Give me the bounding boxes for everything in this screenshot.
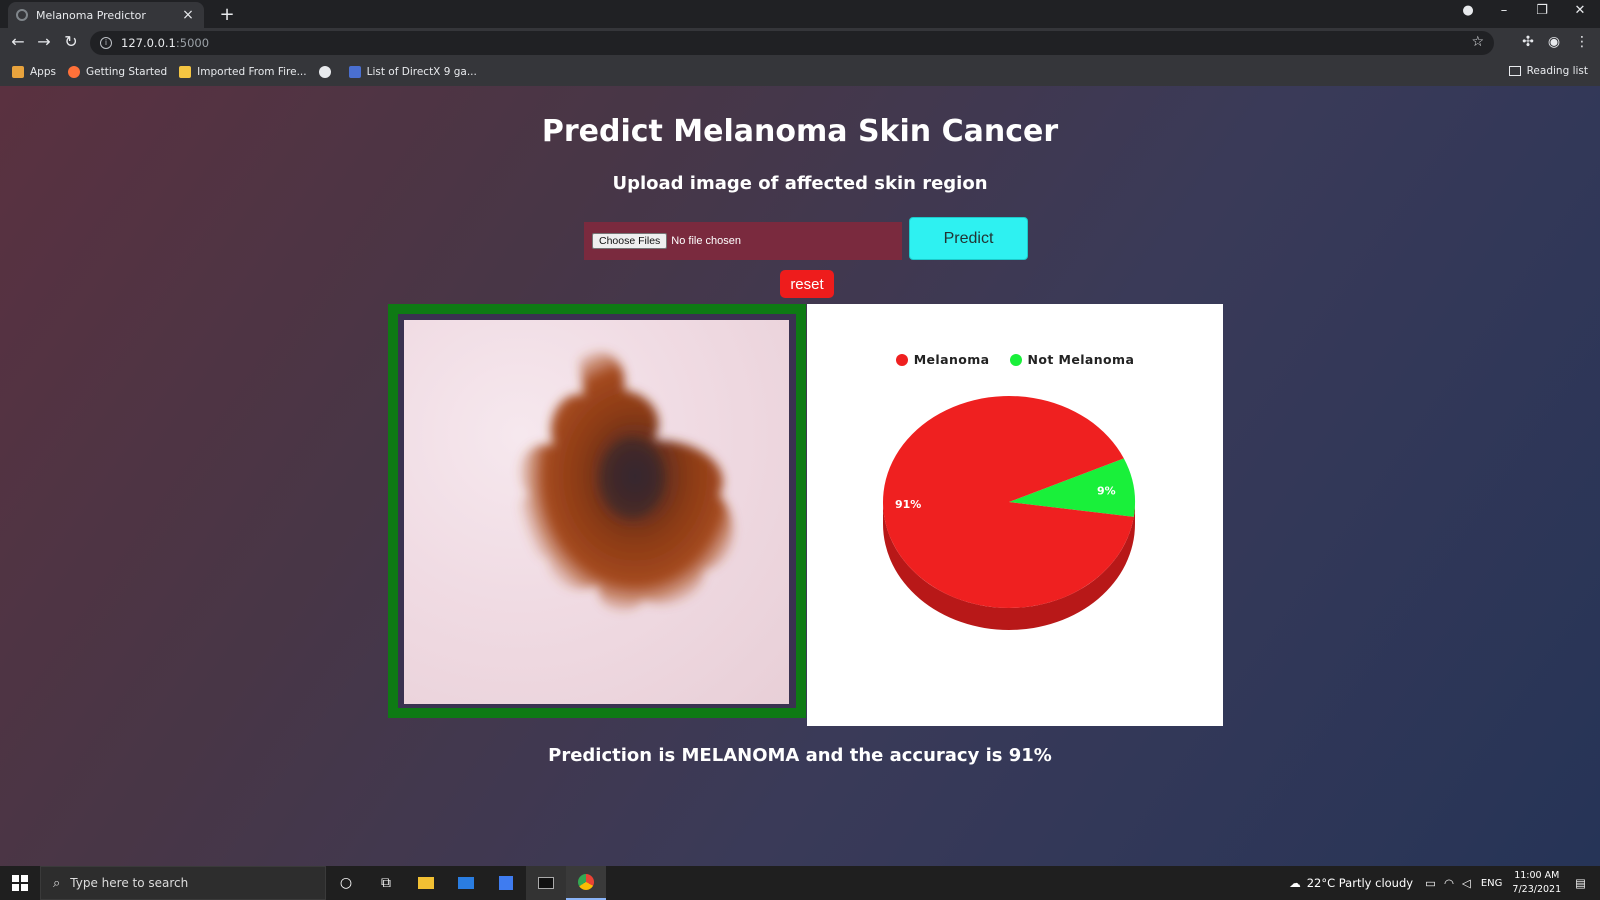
bookmark-label: Imported From Fire... <box>197 66 307 78</box>
reading-list-icon <box>1508 66 1521 76</box>
clock-time: 11:00 AM <box>1514 870 1560 881</box>
file-explorer-icon[interactable] <box>406 866 446 900</box>
tab-favicon-icon <box>16 9 28 21</box>
bookmark-star-icon[interactable]: ☆ <box>1471 34 1484 50</box>
minimize-icon[interactable]: – <box>1492 3 1516 18</box>
profile-menu-icon[interactable]: ● <box>1456 3 1480 18</box>
system-tray: ☁ 22°C Partly cloudy ▭ ◠ ◁ ENG 11:00 AM … <box>1289 866 1600 900</box>
forward-icon[interactable]: → <box>33 32 55 51</box>
cortana-icon[interactable]: ○ <box>326 866 366 900</box>
search-icon: ⌕ <box>53 875 61 891</box>
new-tab-button[interactable]: + <box>216 4 238 25</box>
bookmark-directx-list[interactable]: List of DirectX 9 ga... <box>348 66 477 78</box>
reset-button[interactable]: reset <box>780 270 834 298</box>
apps-grid-icon <box>12 66 24 78</box>
browser-toolbar: ← → ↻ i 127.0.0.1:5000 ☆ ✣ ◉ ⋮ <box>0 28 1600 58</box>
bookmark-label: Apps <box>30 66 56 78</box>
weather-icon[interactable]: ☁ <box>1289 876 1301 890</box>
firefox-icon <box>67 66 80 78</box>
file-upload-input[interactable]: Choose Files No file chosen <box>584 222 902 260</box>
word-app-icon[interactable] <box>486 866 526 900</box>
browser-chrome: Melanoma Predictor × + ● – ❐ ✕ ← → ↻ i 1… <box>0 0 1600 86</box>
restore-icon[interactable]: ❐ <box>1530 3 1554 18</box>
bookmark-label: List of DirectX 9 ga... <box>366 66 477 78</box>
reading-list-button[interactable]: Reading list <box>1508 65 1588 77</box>
folder-icon <box>179 66 192 78</box>
pie-label-not-melanoma: 9% <box>1097 484 1116 497</box>
window-close-icon[interactable]: ✕ <box>1568 3 1592 18</box>
tab-title: Melanoma Predictor <box>36 8 146 22</box>
web-page: Predict Melanoma Skin Cancer Upload imag… <box>0 86 1600 866</box>
battery-icon[interactable]: ▭ <box>1425 876 1436 890</box>
terminal-icon[interactable] <box>526 866 566 900</box>
pie-chart-svg: 9% 91% <box>883 395 1135 630</box>
reload-icon[interactable]: ↻ <box>60 32 82 51</box>
taskbar-search-box[interactable]: ⌕ Type here to search <box>40 866 326 900</box>
bookmark-label: Getting Started <box>85 66 168 78</box>
no-file-label: No file chosen <box>671 235 741 247</box>
browser-menu-icon[interactable]: ⋮ <box>1572 34 1592 50</box>
bookmark-imported-folder[interactable]: Imported From Fire... <box>179 66 307 78</box>
weather-text[interactable]: 22°C Partly cloudy <box>1307 876 1413 890</box>
bookmark-globe[interactable] <box>318 66 337 78</box>
extensions-icon[interactable]: ✣ <box>1518 34 1538 50</box>
task-view-icon[interactable]: ⧉ <box>366 866 406 900</box>
volume-icon[interactable]: ◁ <box>1462 876 1471 890</box>
page-subtitle: Upload image of affected skin region <box>612 173 988 194</box>
pie-label-melanoma: 91% <box>895 498 921 511</box>
url-port: :5000 <box>175 36 210 50</box>
globe-icon <box>318 66 331 78</box>
uploaded-image-frame <box>388 304 806 718</box>
windows-start-icon[interactable] <box>0 866 40 900</box>
windows-taskbar: ⌕ Type here to search ○ ⧉ ☁ 22°C Partly … <box>0 866 1600 900</box>
back-icon[interactable]: ← <box>7 32 29 51</box>
language-indicator[interactable]: ENG <box>1481 878 1503 889</box>
bookmark-getting-started[interactable]: Getting Started <box>67 66 168 78</box>
predict-button[interactable]: Predict <box>909 217 1028 260</box>
prediction-result: Prediction is MELANOMA and the accuracy … <box>548 745 1052 766</box>
address-bar[interactable]: i 127.0.0.1:5000 ☆ <box>90 31 1494 55</box>
skin-lesion-image <box>404 320 789 704</box>
profile-avatar-icon[interactable]: ◉ <box>1544 34 1564 50</box>
clock[interactable]: 11:00 AM 7/23/2021 <box>1512 869 1561 897</box>
wiki-icon <box>348 66 361 78</box>
bookmark-apps[interactable]: Apps <box>12 66 56 78</box>
prediction-pie-chart: Melanoma Not Melanoma 9% 91% <box>807 304 1223 726</box>
bookmarks-bar: Apps Getting Started Imported From Fire.… <box>0 58 1600 86</box>
tab-close-icon[interactable]: × <box>180 7 196 23</box>
tab-melanoma-predictor[interactable]: Melanoma Predictor × <box>8 2 204 28</box>
clock-date: 7/23/2021 <box>1512 884 1562 895</box>
wifi-icon[interactable]: ◠ <box>1444 876 1454 890</box>
page-title: Predict Melanoma Skin Cancer <box>541 114 1059 149</box>
site-info-icon[interactable]: i <box>100 37 112 49</box>
tab-strip: Melanoma Predictor × + ● – ❐ ✕ <box>0 0 1600 28</box>
search-placeholder: Type here to search <box>70 876 189 890</box>
url-host: 127.0.0.1 <box>121 36 176 50</box>
choose-files-button[interactable]: Choose Files <box>592 233 668 249</box>
chrome-app-icon[interactable] <box>566 866 606 900</box>
mail-icon[interactable] <box>446 866 486 900</box>
notifications-icon[interactable]: ▤ <box>1575 876 1586 890</box>
reading-list-label: Reading list <box>1526 65 1588 77</box>
